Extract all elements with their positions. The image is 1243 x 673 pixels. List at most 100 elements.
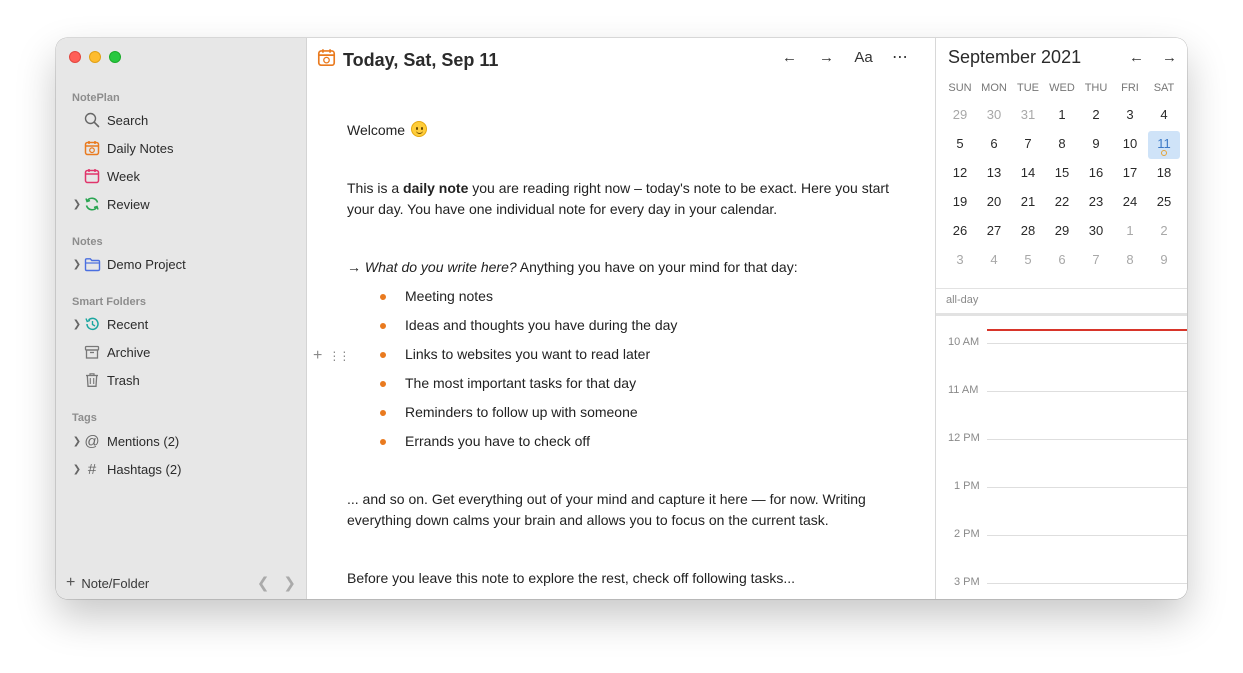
day-timeline[interactable]: 10 AM 11 AM 12 PM 1 PM 2 PM 3 PM [936, 319, 1187, 599]
chevron-right-icon[interactable]: ❯ [72, 259, 82, 270]
folder-icon [83, 255, 101, 273]
calendar-day[interactable]: 1 [1045, 102, 1079, 131]
calendar-day[interactable]: 9 [1147, 247, 1181, 276]
calendar-day[interactable]: 9 [1079, 131, 1113, 160]
sidebar-item-archive[interactable]: Archive [72, 341, 150, 363]
sidebar-item-week[interactable]: Week [72, 165, 140, 187]
calendar-day[interactable]: 5 [1011, 247, 1045, 276]
hashtag-icon: # [87, 460, 97, 478]
calendar-day[interactable]: 19 [943, 189, 977, 218]
calendar-day[interactable]: 2 [1147, 218, 1181, 247]
calendar-day[interactable]: 26 [943, 218, 977, 247]
arrow-left-icon[interactable]: ← [771, 46, 808, 68]
minimize-window-button[interactable] [89, 51, 101, 63]
calendar-week: 5 6 7 8 9 10 11 [943, 131, 1181, 160]
hour-label: 10 AM [948, 336, 980, 348]
calendar-day[interactable]: 22 [1045, 189, 1079, 218]
calendar-day[interactable]: 6 [977, 131, 1011, 160]
calendar-day[interactable]: 5 [943, 131, 977, 160]
sidebar-item-demo-project[interactable]: ❯ Demo Project [72, 253, 186, 275]
add-block-icon[interactable]: + [313, 347, 322, 365]
window-controls [69, 51, 121, 63]
new-note-folder-button[interactable]: Note/Folder [81, 576, 149, 591]
editor-toolbar: ← → Aa ⋯ [771, 46, 919, 68]
sidebar-item-recent[interactable]: ❯ Recent [72, 313, 148, 335]
list-item: Links to websites you want to read later [380, 344, 900, 365]
chevron-right-icon[interactable]: ❯ [72, 436, 82, 447]
calendar-day[interactable]: 25 [1147, 189, 1181, 218]
refresh-icon [83, 195, 101, 213]
sidebar-item-hashtags[interactable]: ❯ # Hashtags (2) [72, 458, 182, 480]
list-item: Ideas and thoughts you have during the d… [380, 315, 900, 336]
prev-month-icon[interactable]: ← [1129, 49, 1144, 66]
calendar-day[interactable]: 17 [1113, 160, 1147, 189]
calendar-day[interactable]: 15 [1045, 160, 1079, 189]
calendar-day[interactable]: 7 [1011, 131, 1045, 160]
back-icon[interactable]: ❮ [257, 574, 270, 592]
calendar-day[interactable]: 27 [977, 218, 1011, 247]
sidebar-item-trash[interactable]: Trash [72, 369, 140, 391]
all-day-row[interactable]: all-day [936, 288, 1187, 316]
calendar-day[interactable]: 31 [1011, 102, 1045, 131]
calendar-day[interactable]: 6 [1045, 247, 1079, 276]
weekday-label: SUN [948, 82, 972, 94]
calendar-day[interactable]: 20 [977, 189, 1011, 218]
weekday-label: THU [1084, 82, 1108, 94]
font-settings-button[interactable]: Aa [845, 46, 882, 68]
close-window-button[interactable] [69, 51, 81, 63]
plus-icon[interactable]: + [66, 574, 75, 592]
bullet-dot [380, 409, 386, 416]
calendar-week: 3 4 5 6 7 8 9 [943, 247, 1181, 276]
calendar-day[interactable]: 3 [1113, 102, 1147, 131]
calendar-day[interactable]: 18 [1147, 160, 1181, 189]
maximize-window-button[interactable] [109, 51, 121, 63]
hour-label: 12 PM [948, 432, 980, 444]
daily-calendar-icon [83, 139, 101, 157]
next-month-icon[interactable]: → [1162, 49, 1177, 66]
calendar-day[interactable]: 24 [1113, 189, 1147, 218]
calendar-day[interactable]: 4 [1147, 102, 1181, 131]
chevron-right-icon[interactable]: ❯ [72, 199, 82, 210]
calendar-day[interactable]: 12 [943, 160, 977, 189]
hour-row: 2 PM [936, 528, 1187, 540]
calendar-day[interactable]: 7 [1079, 247, 1113, 276]
list-item-text: Ideas and thoughts you have during the d… [405, 317, 678, 333]
calendar-day[interactable]: 30 [977, 102, 1011, 131]
bullet-dot [380, 351, 386, 358]
calendar-day[interactable]: 23 [1079, 189, 1113, 218]
calendar-day[interactable]: 3 [943, 247, 977, 276]
calendar-day-selected[interactable]: 11 [1148, 131, 1180, 159]
chevron-right-icon[interactable]: ❯ [72, 319, 82, 330]
calendar-day[interactable]: 29 [943, 102, 977, 131]
calendar-day[interactable]: 2 [1079, 102, 1113, 131]
hour-row: 10 AM [936, 336, 1187, 348]
drag-handle-icon[interactable]: ⋮⋮ [328, 349, 350, 363]
calendar-day[interactable]: 14 [1011, 160, 1045, 189]
sidebar-item-review[interactable]: ❯ Review [72, 193, 150, 215]
forward-icon[interactable]: ❯ [283, 574, 296, 592]
more-options-icon[interactable]: ⋯ [882, 46, 919, 68]
paragraph-what: → What do you write here? Anything you h… [347, 257, 892, 278]
calendar-day[interactable]: 16 [1079, 160, 1113, 189]
sidebar-item-label: Review [107, 196, 150, 212]
calendar-day[interactable]: 13 [977, 160, 1011, 189]
list-item-text: The most important tasks for that day [405, 375, 637, 391]
calendar-day[interactable]: 29 [1045, 218, 1079, 247]
calendar-day[interactable]: 28 [1011, 218, 1045, 247]
block-handle: + ⋮⋮ [313, 347, 350, 365]
calendar-day[interactable]: 8 [1045, 131, 1079, 160]
calendar-day[interactable]: 8 [1113, 247, 1147, 276]
hour-row: 12 PM [936, 432, 1187, 444]
sidebar-item-daily-notes[interactable]: Daily Notes [72, 137, 173, 159]
smiley-emoji-icon [410, 121, 427, 137]
chevron-right-icon[interactable]: ❯ [72, 464, 82, 475]
calendar-day[interactable]: 30 [1079, 218, 1113, 247]
arrow-right-icon[interactable]: → [808, 46, 845, 68]
sidebar-item-mentions[interactable]: ❯ @ Mentions (2) [72, 430, 179, 452]
list-item-text: Reminders to follow up with someone [405, 404, 638, 420]
sidebar-item-search[interactable]: Search [72, 109, 148, 131]
calendar-day[interactable]: 4 [977, 247, 1011, 276]
calendar-day[interactable]: 10 [1113, 131, 1147, 160]
calendar-day[interactable]: 1 [1113, 218, 1147, 247]
calendar-day[interactable]: 21 [1011, 189, 1045, 218]
